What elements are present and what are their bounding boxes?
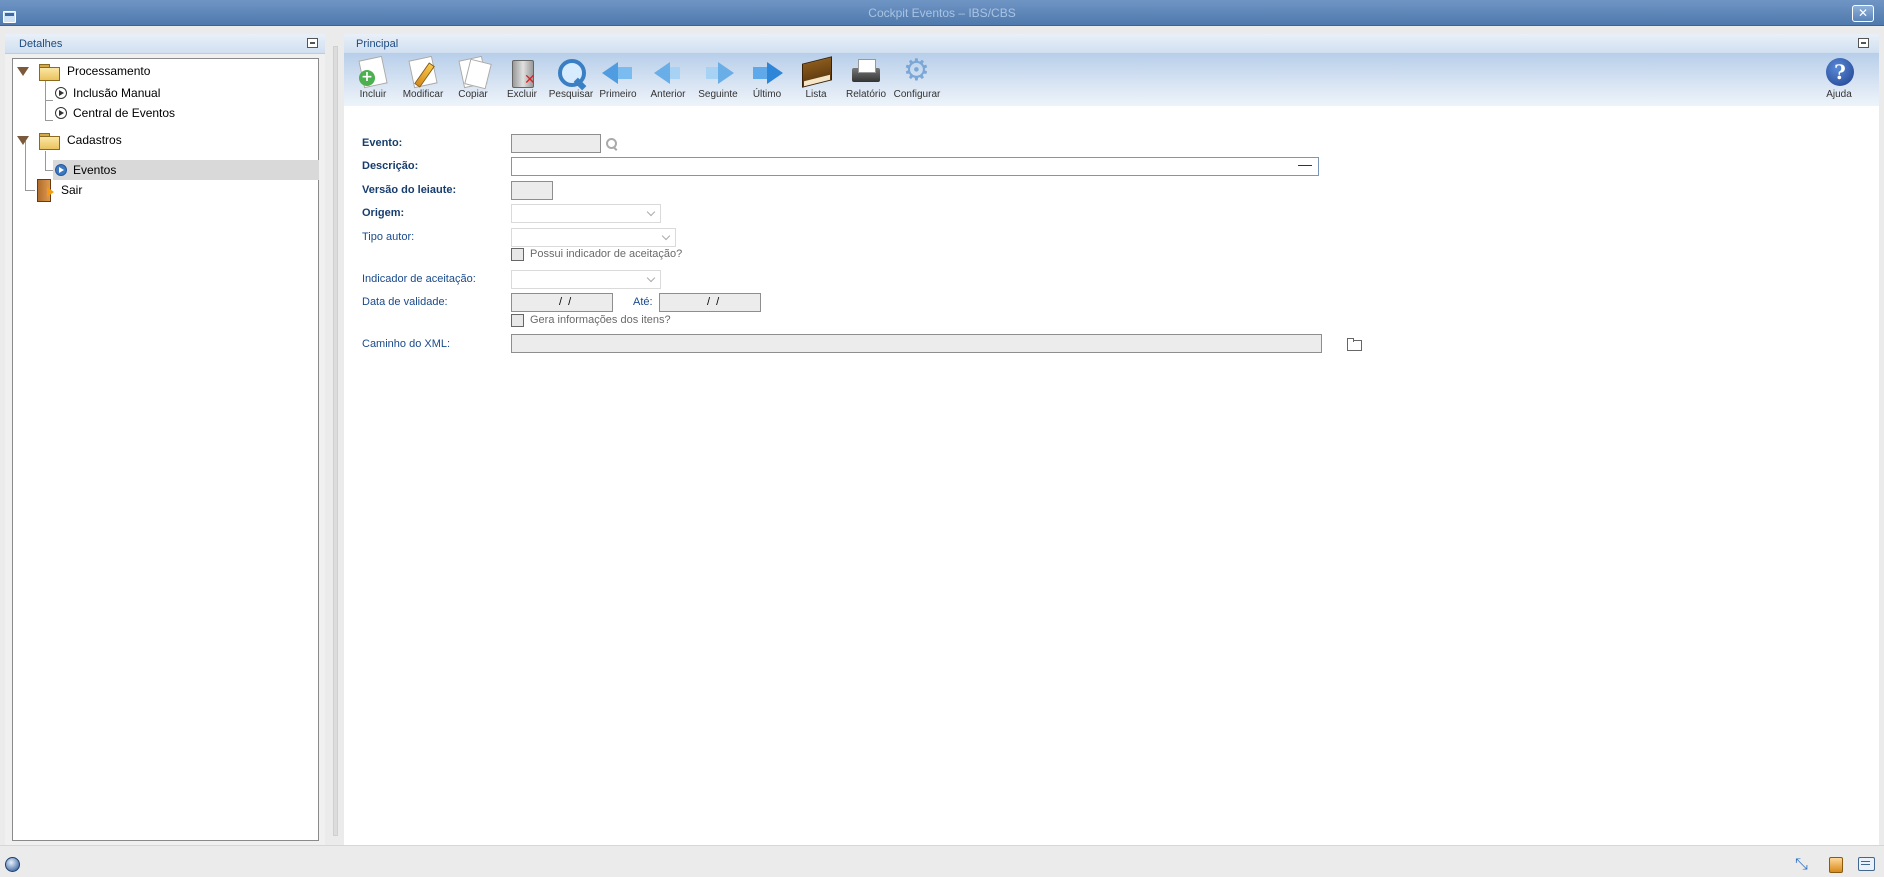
primeiro-button[interactable]: Primeiro xyxy=(594,56,642,104)
collapse-triangle-icon[interactable] xyxy=(17,135,29,145)
pesquisar-button[interactable]: Pesquisar xyxy=(547,56,595,104)
copiar-button[interactable]: Copiar xyxy=(449,56,497,104)
evento-label: Evento: xyxy=(362,137,403,149)
tree-item-cadastros[interactable]: Cadastros xyxy=(17,130,122,150)
toolbar: Incluir Modificar Copiar Excluir Pesquis… xyxy=(344,54,1879,106)
main-frame: Detalhes Processamento Inclusão Manual C… xyxy=(0,26,1884,852)
globe-icon[interactable] xyxy=(5,857,20,872)
gear-icon xyxy=(899,54,935,90)
minimize-main-icon[interactable] xyxy=(1858,38,1869,48)
chevron-down-icon xyxy=(646,273,656,283)
data-validade-label: Data de validade: xyxy=(362,296,448,308)
ate-label: Até: xyxy=(633,296,653,308)
navigation-tree: Processamento Inclusão Manual Central de… xyxy=(12,58,319,841)
main-panel-header: Principal xyxy=(344,34,1879,54)
configurar-button[interactable]: Configurar xyxy=(893,54,941,104)
window-title: Cockpit Eventos – IBS/CBS xyxy=(868,6,1016,20)
text-editor-icon[interactable] xyxy=(1298,165,1312,166)
modificar-button[interactable]: Modificar xyxy=(399,56,447,104)
possui-indicador-checkbox[interactable] xyxy=(511,248,524,261)
close-window-button[interactable]: ✕ xyxy=(1852,5,1874,22)
gera-info-checkbox[interactable] xyxy=(511,314,524,327)
folder-icon xyxy=(39,132,60,150)
help-icon xyxy=(1821,56,1857,90)
window-titlebar: Cockpit Eventos – IBS/CBS ✕ xyxy=(0,0,1884,26)
message-icon[interactable] xyxy=(1857,856,1875,872)
excluir-button[interactable]: Excluir xyxy=(498,56,546,104)
trash-icon xyxy=(504,56,540,90)
ultimo-button[interactable]: Último xyxy=(743,56,791,104)
tipo-autor-select[interactable] xyxy=(511,228,676,247)
arrow-circle-icon xyxy=(55,107,67,119)
first-arrow-icon xyxy=(600,56,636,90)
incluir-button[interactable]: Incluir xyxy=(349,56,397,104)
descricao-input[interactable] xyxy=(511,157,1319,176)
arrow-circle-icon xyxy=(55,164,67,176)
relatorio-button[interactable]: Relatório xyxy=(842,56,890,104)
previous-arrow-icon xyxy=(650,56,686,90)
descricao-label: Descrição: xyxy=(362,160,419,172)
chevron-down-icon xyxy=(646,207,656,217)
arrow-circle-icon xyxy=(55,87,67,99)
chevron-down-icon xyxy=(661,231,671,241)
indicador-label: Indicador de aceitação: xyxy=(362,273,476,285)
tree-item-processamento[interactable]: Processamento xyxy=(17,61,150,81)
main-panel-title: Principal xyxy=(356,38,399,50)
ajuda-button[interactable]: Ajuda xyxy=(1815,56,1863,104)
tipo-autor-label: Tipo autor: xyxy=(362,231,415,243)
caminho-xml-label: Caminho do XML: xyxy=(362,338,451,350)
panel-splitter[interactable] xyxy=(330,34,340,845)
evento-input[interactable] xyxy=(511,134,601,153)
copy-document-icon xyxy=(455,56,491,90)
last-arrow-icon xyxy=(749,56,785,90)
ate-input[interactable]: / / xyxy=(659,293,761,312)
status-bar xyxy=(0,845,1884,877)
book-icon xyxy=(798,56,834,90)
folder-icon xyxy=(39,63,60,81)
possui-indicador-label: Possui indicador de aceitação? xyxy=(530,248,683,260)
data-validade-input[interactable]: / / xyxy=(511,293,613,312)
indicador-select[interactable] xyxy=(511,270,661,289)
collapse-triangle-icon[interactable] xyxy=(17,66,29,76)
printer-icon xyxy=(848,56,884,90)
seguinte-button[interactable]: Seguinte xyxy=(694,56,742,104)
add-document-icon xyxy=(355,56,391,90)
tree-item-inclusao-manual[interactable]: Inclusão Manual xyxy=(55,83,160,103)
origem-select[interactable] xyxy=(511,204,661,223)
magnifier-icon xyxy=(553,56,589,90)
tree-item-eventos[interactable]: Eventos xyxy=(55,160,116,180)
details-panel: Detalhes Processamento Inclusão Manual C… xyxy=(5,34,325,852)
browse-folder-icon[interactable] xyxy=(1347,338,1362,351)
exit-door-icon xyxy=(35,179,55,202)
caminho-xml-input[interactable] xyxy=(511,334,1322,353)
search-lookup-icon[interactable] xyxy=(606,138,618,150)
tree-item-sair[interactable]: Sair xyxy=(35,179,82,202)
main-panel: Principal Incluir Modificar Copiar Exclu… xyxy=(344,34,1879,852)
versao-input[interactable] xyxy=(511,181,553,200)
tree-item-central-de-eventos[interactable]: Central de Eventos xyxy=(55,103,175,123)
details-panel-title: Detalhes xyxy=(19,38,63,50)
origem-label: Origem: xyxy=(362,207,405,219)
next-arrow-icon xyxy=(700,56,736,90)
anterior-button[interactable]: Anterior xyxy=(644,56,692,104)
lista-button[interactable]: Lista xyxy=(792,56,840,104)
gera-info-label: Gera informações dos itens? xyxy=(530,314,671,326)
minimize-details-icon[interactable] xyxy=(307,38,318,48)
edit-document-icon xyxy=(405,56,441,90)
resize-icon[interactable] xyxy=(1795,854,1813,874)
details-panel-header: Detalhes xyxy=(5,34,325,54)
user-icon[interactable] xyxy=(1826,856,1844,873)
versao-label: Versão do leiaute: xyxy=(362,184,457,196)
